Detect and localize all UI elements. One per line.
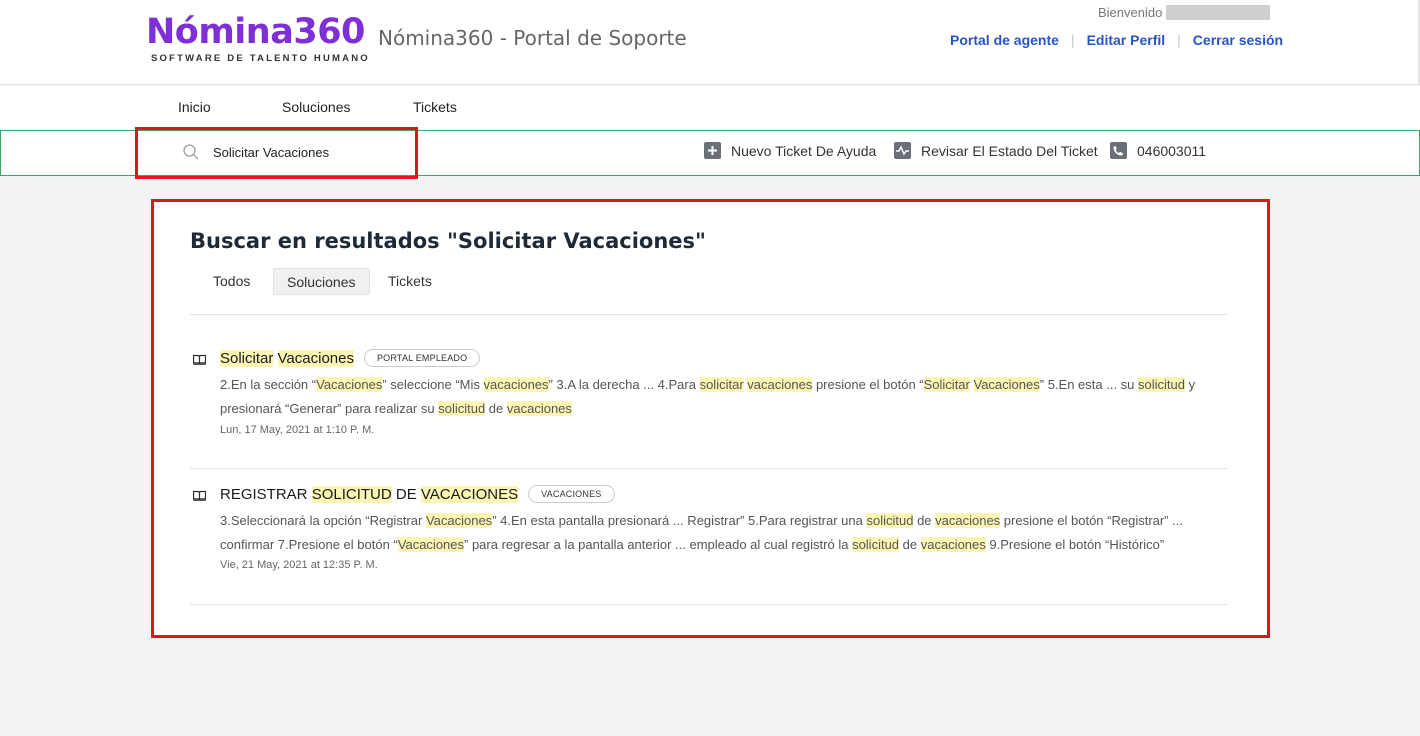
result-title-row: REGISTRAR SOLICITUD DE VACACIONES VACACI… bbox=[220, 485, 615, 503]
agent-portal-link[interactable]: Portal de agente bbox=[950, 32, 1059, 48]
logo-main: Nómina360 bbox=[146, 12, 365, 52]
separator: | bbox=[1177, 32, 1181, 48]
result-badge: PORTAL EMPLEADO bbox=[363, 349, 481, 367]
check-status-button[interactable]: Revisar El Estado Del Ticket bbox=[894, 142, 1098, 159]
phone-number: 046003011 bbox=[1137, 142, 1207, 159]
new-ticket-label: Nuevo Ticket De Ayuda bbox=[731, 142, 877, 159]
header: Nómina360 SOFTWARE DE TALENTO HUMANO Nóm… bbox=[0, 0, 1420, 85]
logout-link[interactable]: Cerrar sesión bbox=[1193, 32, 1283, 48]
book-icon bbox=[193, 490, 206, 501]
welcome: Bienvenido bbox=[1098, 5, 1271, 20]
welcome-label: Bienvenido bbox=[1098, 5, 1163, 20]
tab-tickets[interactable]: Tickets bbox=[375, 268, 445, 295]
activity-icon bbox=[894, 142, 911, 159]
logo-tagline: SOFTWARE DE TALENTO HUMANO bbox=[151, 53, 370, 64]
results-title: Buscar en resultados "Solicitar Vacacion… bbox=[190, 229, 706, 253]
result-badge: VACACIONES bbox=[528, 485, 615, 503]
divider bbox=[190, 604, 1228, 605]
nav-item-inicio[interactable]: Inicio bbox=[178, 99, 211, 115]
result-date: Lun, 17 May, 2021 at 1:10 P. M. bbox=[220, 424, 375, 436]
phone-link[interactable]: 046003011 bbox=[1110, 142, 1206, 159]
divider bbox=[190, 468, 1228, 469]
tab-soluciones[interactable]: Soluciones bbox=[273, 268, 370, 295]
plus-icon bbox=[704, 142, 721, 159]
separator: | bbox=[1070, 32, 1075, 48]
book-icon bbox=[193, 354, 206, 365]
nav-item-soluciones[interactable]: Soluciones bbox=[282, 99, 351, 115]
logo[interactable]: Nómina360 SOFTWARE DE TALENTO HUMANO bbox=[146, 12, 370, 64]
result-title[interactable]: Solicitar Vacaciones bbox=[220, 349, 354, 367]
divider bbox=[190, 314, 1228, 315]
result-title-row: Solicitar Vacaciones PORTAL EMPLEADO bbox=[220, 349, 481, 367]
tab-todos[interactable]: Todos bbox=[200, 268, 263, 295]
user-name-redacted bbox=[1166, 5, 1271, 20]
result-date: Vie, 21 May, 2021 at 12:35 P. M. bbox=[220, 559, 378, 571]
search-highlight-box bbox=[135, 127, 418, 179]
new-ticket-button[interactable]: Nuevo Ticket De Ayuda bbox=[704, 142, 876, 159]
top-links: Portal de agente | Editar Perfil | Cerra… bbox=[950, 32, 1283, 48]
result-title[interactable]: REGISTRAR SOLICITUD DE VACACIONES bbox=[220, 485, 519, 503]
check-status-label: Revisar El Estado Del Ticket bbox=[921, 142, 1098, 159]
phone-icon bbox=[1110, 142, 1127, 159]
nav-item-tickets[interactable]: Tickets bbox=[413, 99, 457, 115]
portal-title: Nómina360 - Portal de Soporte bbox=[378, 26, 687, 50]
main-nav: Inicio Soluciones Tickets bbox=[0, 86, 1420, 130]
result-snippet: 3.Seleccionará la opción “Registrar Vaca… bbox=[220, 513, 1183, 552]
edit-profile-link[interactable]: Editar Perfil bbox=[1087, 32, 1166, 48]
result-snippet: 2.En la sección “Vacaciones” seleccione … bbox=[220, 377, 1196, 416]
